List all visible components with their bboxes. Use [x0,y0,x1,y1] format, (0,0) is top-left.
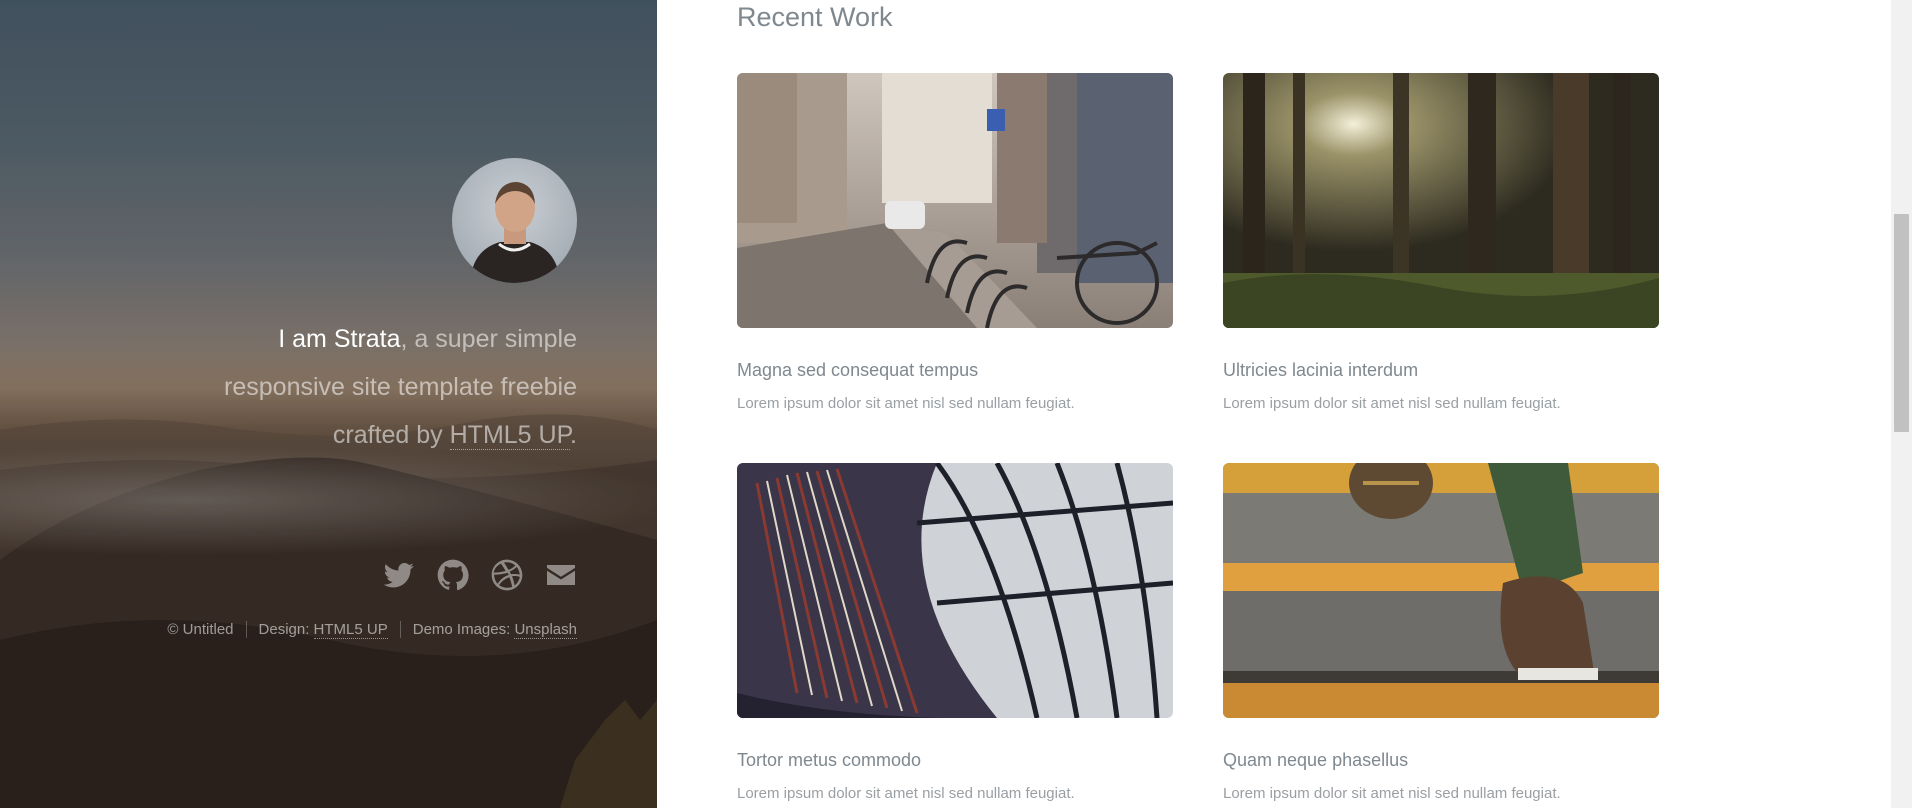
images-label: Demo Images: [412,621,515,638]
intro-text: I am Strata, a super simple responsive s… [57,315,577,459]
twitter-icon[interactable] [383,559,415,591]
work-thumbnail-street[interactable] [737,73,1173,328]
main-content: Recent Work Magna sed consequat tempus L… [657,0,1891,808]
work-title: Tortor metus commodo [737,750,922,770]
work-card: Magna sed consequat tempus Lorem ipsum d… [737,73,1173,412]
sidebar-header: I am Strata, a super simple responsive s… [0,0,657,808]
work-title: Quam neque phasellus [1223,750,1409,770]
work-description: Lorem ipsum dolor sit amet nisl sed null… [1223,785,1561,802]
design-html5up-link[interactable]: HTML5 UP [313,621,388,639]
intro-name: I am Strata [278,325,401,353]
social-icons [383,559,577,591]
work-thumbnail-stairs[interactable] [1223,463,1659,718]
work-description: Lorem ipsum dolor sit amet nisl sed null… [1223,395,1561,412]
work-card: Tortor metus commodo Lorem ipsum dolor s… [737,463,1173,802]
work-description: Lorem ipsum dolor sit amet nisl sed null… [737,785,1075,802]
intro-text-1: , a super simple [400,325,577,353]
html5up-link[interactable]: HTML5 UP [449,421,571,450]
scrollbar[interactable] [1891,0,1912,808]
work-card: Quam neque phasellus Lorem ipsum dolor s… [1223,463,1659,802]
work-title: Ultricies lacinia interdum [1223,360,1419,380]
copyright-untitled: © Untitled [167,621,234,638]
intro-text-2: responsive site template freebie [224,373,577,401]
work-title: Magna sed consequat tempus [737,360,979,380]
avatar [452,158,577,283]
scrollbar-thumb[interactable] [1894,214,1909,432]
work-card: Ultricies lacinia interdum Lorem ipsum d… [1223,73,1659,412]
dribbble-icon[interactable] [491,559,523,591]
work-description: Lorem ipsum dolor sit amet nisl sed null… [737,395,1075,412]
section-title: Recent Work [737,2,893,32]
unsplash-link[interactable]: Unsplash [514,621,577,639]
copyright-images: Demo Images: Unsplash [399,621,577,639]
intro-period: . [570,421,577,449]
design-label: Design: [258,621,314,638]
copyright: © Untitled Design: HTML5 UP Demo Images:… [167,621,577,639]
github-icon[interactable] [437,559,469,591]
envelope-icon[interactable] [545,559,577,591]
copyright-design: Design: HTML5 UP [245,621,400,639]
intro-text-3: crafted by [332,421,450,449]
work-thumbnail-library[interactable] [737,463,1173,718]
work-thumbnail-forest[interactable] [1223,73,1659,328]
